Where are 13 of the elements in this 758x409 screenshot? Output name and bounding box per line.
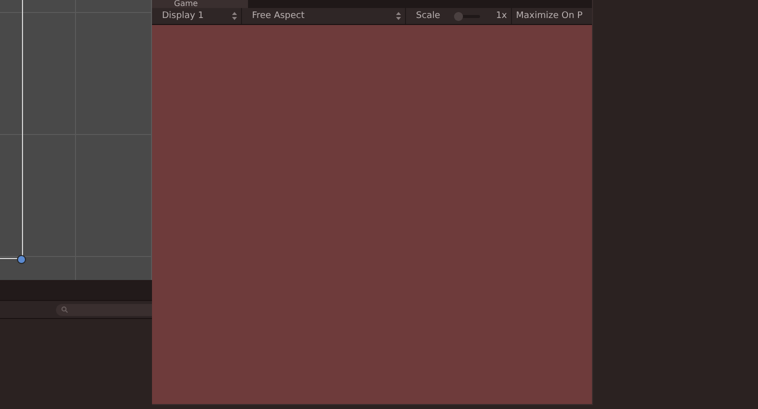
maximize-toggle[interactable]: Maximize On P: [512, 11, 583, 21]
axis-line: [0, 258, 18, 259]
aspect-dropdown[interactable]: Free Aspect: [252, 11, 305, 21]
scale-reading: 1x: [496, 11, 507, 21]
scale-label: Scale: [416, 11, 440, 21]
game-tab[interactable]: Game: [152, 0, 248, 8]
dropdown-arrows-icon: [232, 12, 237, 20]
handle-point[interactable]: [17, 255, 26, 264]
dropdown-arrows-icon: [396, 12, 401, 20]
display-dropdown[interactable]: Display 1: [162, 11, 204, 21]
search-field[interactable]: [56, 304, 152, 316]
slider-thumb[interactable]: [454, 12, 464, 20]
search-icon: [61, 306, 68, 313]
